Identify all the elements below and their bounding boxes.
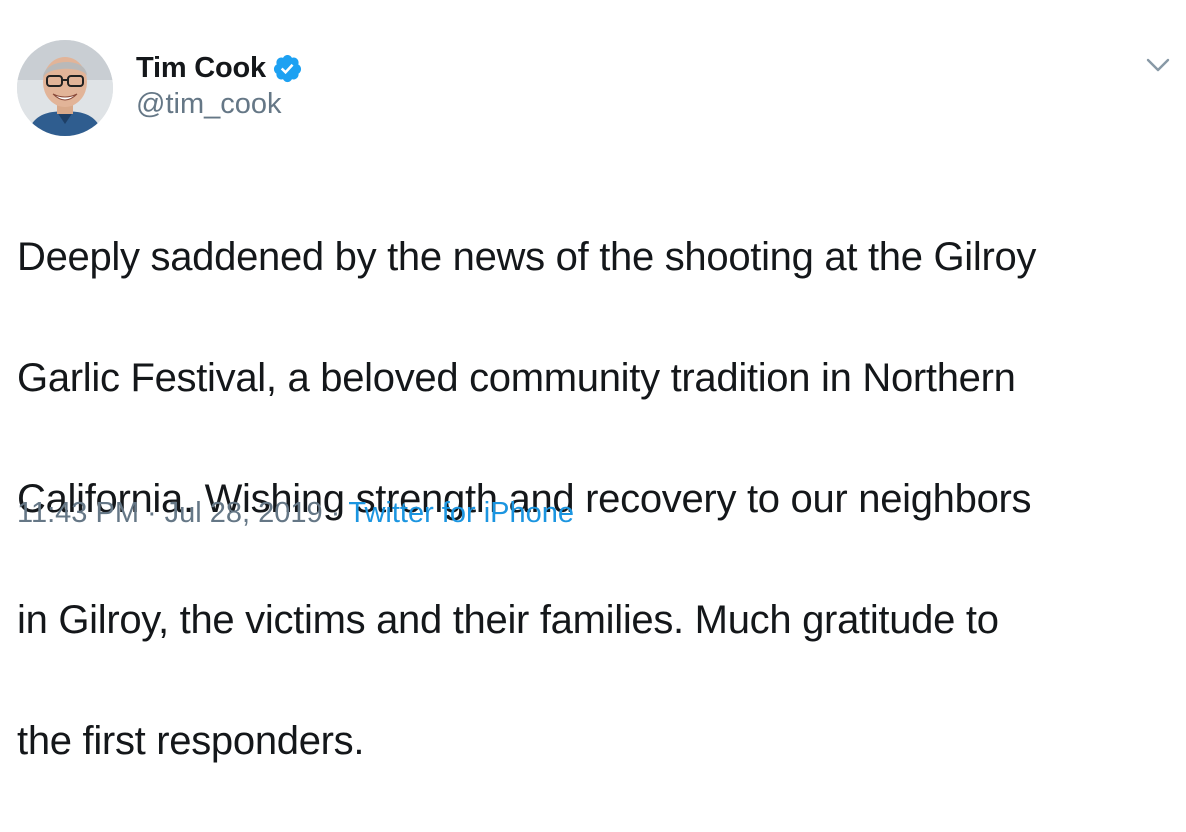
author-block[interactable]: Tim Cook @tim_cook	[136, 50, 303, 121]
tweet-metadata: 11:43 PM · Jul 28, 2019 · Twitter for iPhone	[17, 497, 574, 530]
avatar-image	[17, 40, 113, 136]
avatar[interactable]	[17, 40, 113, 136]
meta-separator: ·	[330, 497, 341, 529]
meta-separator: ·	[146, 497, 157, 529]
tweet-text-line: in Gilroy, the victims and their familie…	[17, 597, 999, 642]
tweet-text-line: Deeply saddened by the news of the shoot…	[17, 234, 1037, 279]
tweet-card: Tim Cook @tim_cook Deeply saddened by th…	[0, 0, 1186, 763]
chevron-down-icon[interactable]	[1145, 56, 1171, 74]
tweet-source-link[interactable]: Twitter for iPhone	[348, 497, 574, 529]
tweet-text-line: the first responders.	[17, 718, 365, 763]
tweet-text-line: Garlic Festival, a beloved community tra…	[17, 355, 1016, 400]
tweet-date[interactable]: Jul 28, 2019	[165, 497, 323, 529]
verified-badge-icon	[273, 54, 302, 82]
name-row: Tim Cook	[136, 50, 303, 86]
display-name[interactable]: Tim Cook	[136, 52, 266, 85]
user-handle[interactable]: @tim_cook	[136, 88, 303, 121]
tweet-time[interactable]: 11:43 PM	[17, 497, 139, 529]
